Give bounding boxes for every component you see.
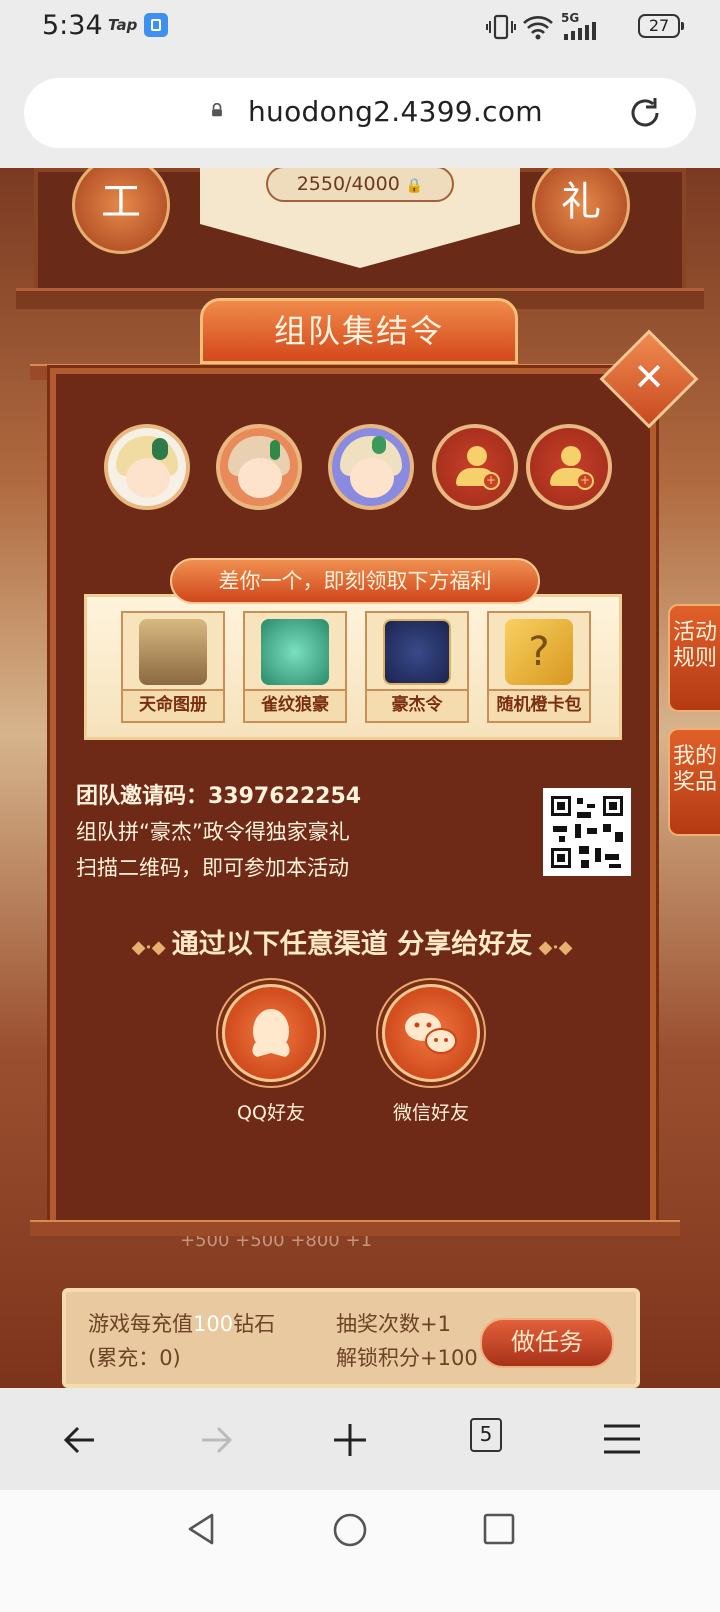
task-progress: (累充：0)	[88, 1346, 181, 1370]
vibrate-icon	[486, 14, 516, 40]
qr-code	[543, 788, 631, 876]
reward-item[interactable]: ? 随机橙卡包	[487, 611, 591, 723]
modal-bottom-rail	[30, 1220, 680, 1236]
share-qq-label: QQ好友	[237, 1102, 305, 1124]
back-icon[interactable]	[60, 1420, 100, 1460]
reward-item[interactable]: 雀纹狼豪	[243, 611, 347, 723]
system-recents-icon[interactable]	[482, 1512, 516, 1546]
do-task-button[interactable]: 做任务	[480, 1318, 614, 1368]
web-content: 2550/4000 🔒 工 礼 活动规则 我的奖品 +500 +500 +800…	[0, 168, 720, 1428]
lock-icon	[212, 103, 222, 117]
browser-bottom-bar: 5	[0, 1388, 720, 1490]
member-avatar[interactable]	[104, 424, 190, 510]
reward-list: 天命图册 雀纹狼豪 豪杰令 ? 随机橙卡包	[84, 594, 622, 740]
task-description: 游戏每充值100钻石	[88, 1312, 276, 1336]
card-pack-icon: ?	[505, 619, 573, 685]
wechat-icon	[405, 1013, 457, 1054]
invite-description: 组队拼“豪杰”政令得独家豪礼	[76, 820, 350, 844]
url-text[interactable]: huodong2.4399.com	[248, 95, 543, 128]
share-wechat-label: 微信好友	[392, 1102, 469, 1124]
plus-icon: +	[482, 472, 500, 490]
system-home-icon[interactable]	[332, 1512, 368, 1548]
invite-instruction: 扫描二维码，即可参加本活动	[76, 856, 349, 880]
status-time: 5:34	[42, 10, 103, 41]
task-card: 游戏每充值100钻石 (累充：0) 抽奖次数+1 解锁积分+100 做任务	[62, 1288, 640, 1388]
reward-banner: 差你一个，即刻领取下方福利	[170, 558, 540, 604]
share-title: ◆·◆ 通过以下任意渠道 分享给好友 ◆·◆	[131, 929, 573, 960]
modal-title: 组队集结令	[200, 298, 518, 364]
scroll-map-icon	[139, 619, 207, 685]
battery-icon: 27	[638, 14, 684, 38]
team-members: + +	[104, 424, 624, 516]
system-navigation-bar	[0, 1490, 720, 1612]
new-tab-icon[interactable]	[330, 1420, 370, 1460]
activity-rules-tab[interactable]: 活动规则	[668, 604, 720, 712]
brush-icon	[261, 619, 329, 685]
empty-slot-add-member[interactable]: +	[526, 424, 612, 510]
lock-small-icon: 🔒	[405, 178, 424, 194]
forward-icon[interactable]	[196, 1420, 236, 1460]
empty-slot-add-member[interactable]: +	[432, 424, 518, 510]
reward-item[interactable]: 天命图册	[121, 611, 225, 723]
wifi-icon	[523, 16, 553, 40]
member-avatar[interactable]	[216, 424, 302, 510]
tap-app-badge: Tap	[108, 16, 138, 34]
user-icon	[467, 446, 487, 466]
browser-toolbar: huodong2.4399.com	[0, 56, 720, 168]
reload-icon[interactable]	[626, 94, 664, 132]
system-back-icon[interactable]	[184, 1512, 218, 1546]
token-icon	[383, 619, 451, 685]
progress-text: 2550/4000	[296, 173, 400, 195]
my-prizes-tab[interactable]: 我的奖品	[668, 728, 720, 836]
plus-icon: +	[576, 472, 594, 490]
tab-count-button[interactable]: 5	[470, 1418, 502, 1452]
status-bar: 5:34 Tap 5G 27	[0, 0, 720, 56]
invite-code[interactable]: 团队邀请码：3397622254	[76, 778, 361, 810]
signal-icon	[564, 22, 596, 40]
share-wechat-button[interactable]	[382, 984, 480, 1082]
share-qq-button[interactable]	[222, 984, 320, 1082]
close-icon[interactable]: ✕	[628, 356, 670, 398]
address-bar[interactable]: huodong2.4399.com	[24, 78, 696, 148]
progress-badge: 2550/4000 🔒	[266, 168, 454, 202]
task-reward-draws: 抽奖次数+1	[336, 1312, 451, 1336]
qq-icon	[252, 1009, 290, 1057]
member-avatar[interactable]	[328, 424, 414, 510]
task-reward-points: 解锁积分+100	[336, 1346, 478, 1370]
notification-app-icon	[144, 13, 168, 37]
menu-icon[interactable]	[602, 1422, 642, 1456]
reward-item[interactable]: 豪杰令	[365, 611, 469, 723]
user-icon	[561, 446, 581, 466]
